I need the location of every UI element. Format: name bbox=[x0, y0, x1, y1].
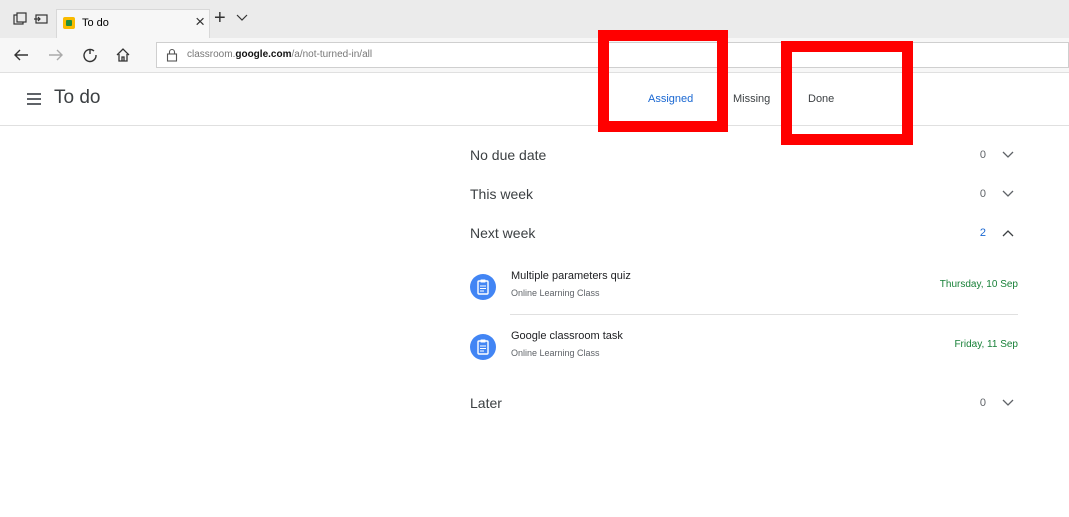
section-next-week[interactable]: Next week 2 bbox=[470, 225, 1022, 253]
highlight-box-assigned bbox=[598, 30, 728, 132]
task-due-date: Thursday, 10 Sep bbox=[939, 279, 1018, 290]
lock-icon bbox=[166, 48, 178, 62]
tab-preview-icon[interactable] bbox=[12, 11, 28, 27]
refresh-icon[interactable] bbox=[81, 46, 99, 64]
url-text: classroom.google.com/a/not-turned-in/all bbox=[187, 49, 373, 60]
page-title: To do bbox=[54, 87, 101, 108]
task-class: Online Learning Class bbox=[511, 348, 600, 358]
section-label: Next week bbox=[470, 225, 536, 241]
home-icon[interactable] bbox=[114, 46, 132, 64]
tab-missing[interactable]: Missing bbox=[733, 93, 770, 105]
section-label: Later bbox=[470, 395, 502, 411]
set-tabs-aside-icon[interactable] bbox=[33, 11, 49, 27]
new-tab-icon[interactable]: + bbox=[214, 8, 226, 28]
section-count: 0 bbox=[979, 188, 986, 200]
section-this-week[interactable]: This week 0 bbox=[470, 186, 1022, 214]
highlight-box-done bbox=[781, 41, 913, 145]
task-item[interactable]: Google classroom task Online Learning Cl… bbox=[470, 330, 1022, 370]
forward-arrow-icon[interactable] bbox=[47, 46, 65, 64]
assignment-icon bbox=[470, 334, 496, 360]
browser-tab[interactable]: To do × bbox=[56, 9, 210, 38]
task-item[interactable]: Multiple parameters quiz Online Learning… bbox=[470, 270, 1022, 310]
tab-menu-chevron-icon[interactable] bbox=[236, 14, 248, 22]
classroom-favicon-icon bbox=[63, 17, 75, 29]
section-count: 2 bbox=[979, 227, 986, 239]
chevron-down-icon[interactable] bbox=[1002, 151, 1014, 159]
section-count: 0 bbox=[979, 149, 986, 161]
task-title: Multiple parameters quiz bbox=[511, 270, 631, 282]
task-title: Google classroom task bbox=[511, 330, 623, 342]
task-due-date: Friday, 11 Sep bbox=[954, 339, 1018, 350]
section-label: No due date bbox=[470, 147, 547, 163]
task-class: Online Learning Class bbox=[511, 288, 600, 298]
assignment-icon bbox=[470, 274, 496, 300]
task-divider bbox=[510, 314, 1018, 315]
section-later[interactable]: Later 0 bbox=[470, 395, 1022, 423]
close-tab-icon[interactable]: × bbox=[195, 12, 205, 32]
main-menu-icon[interactable] bbox=[27, 93, 41, 105]
chevron-up-icon[interactable] bbox=[1002, 229, 1014, 237]
section-count: 0 bbox=[979, 397, 986, 409]
section-label: This week bbox=[470, 186, 534, 202]
chevron-down-icon[interactable] bbox=[1002, 399, 1014, 407]
chevron-down-icon[interactable] bbox=[1002, 190, 1014, 198]
tab-title: To do bbox=[82, 17, 109, 29]
section-no-due-date[interactable]: No due date 0 bbox=[470, 147, 1022, 175]
browser-tab-strip: To do × + bbox=[0, 0, 1069, 39]
back-arrow-icon[interactable] bbox=[12, 46, 30, 64]
